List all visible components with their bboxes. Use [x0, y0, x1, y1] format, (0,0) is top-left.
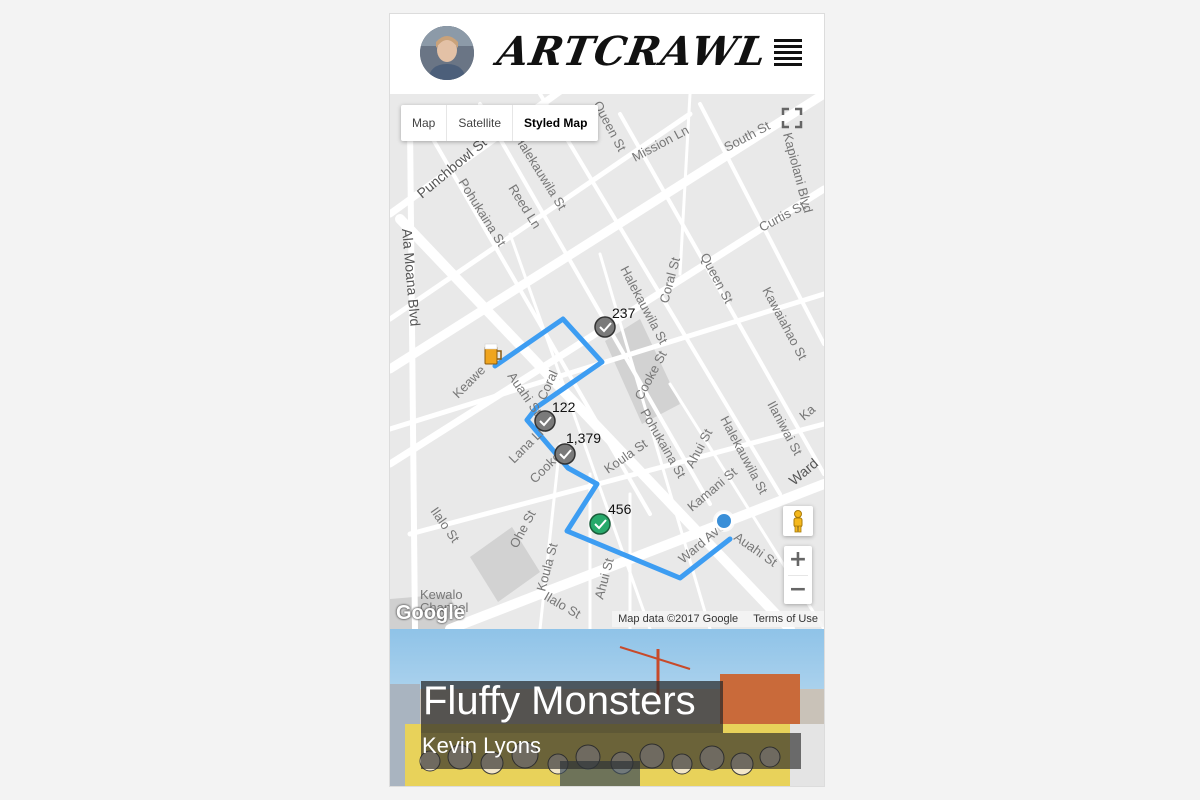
marker-count: 122 [552, 399, 576, 415]
app-header: ARTCRAWL [390, 14, 824, 94]
hamburger-menu-icon[interactable] [774, 39, 802, 66]
phone-frame: ARTCRAWL Queen St Mission Ln South St Ka… [389, 13, 825, 787]
marker-count: 1,379 [566, 430, 601, 446]
street-view-pegman-icon[interactable] [783, 506, 813, 536]
zoom-out-button[interactable]: − [784, 576, 812, 605]
current-location-dot [713, 510, 735, 532]
map-type-control: Map Satellite Styled Map [401, 105, 599, 141]
zoom-in-button[interactable]: + [784, 546, 812, 575]
artist-name: Kevin Lyons [422, 733, 542, 758]
fullscreen-icon[interactable] [780, 106, 804, 130]
map-canvas: Queen St Mission Ln South St Kapiolani B… [390, 94, 824, 629]
google-logo[interactable]: Google [396, 602, 465, 625]
map-type-satellite-button[interactable]: Satellite [447, 105, 514, 141]
avatar[interactable] [420, 26, 474, 80]
map-data-credit: Map data ©2017 Google [618, 613, 739, 625]
app-logo: ARTCRAWL [493, 28, 771, 75]
terms-of-use-link[interactable]: Terms of Use [753, 613, 818, 625]
artwork-title: Fluffy Monsters [423, 679, 696, 723]
marker-count: 237 [612, 305, 636, 321]
map-type-styled-button[interactable]: Styled Map [513, 105, 598, 141]
map-type-map-button[interactable]: Map [401, 105, 448, 141]
zoom-control: + − [784, 546, 812, 604]
route-map[interactable]: Queen St Mission Ln South St Kapiolani B… [390, 94, 824, 629]
map-attribution: Map data ©2017 Google Terms of Use [612, 611, 824, 627]
marker-count: 456 [608, 501, 632, 517]
artwork-card[interactable]: Fluffy Monsters Kevin Lyons [390, 629, 824, 786]
